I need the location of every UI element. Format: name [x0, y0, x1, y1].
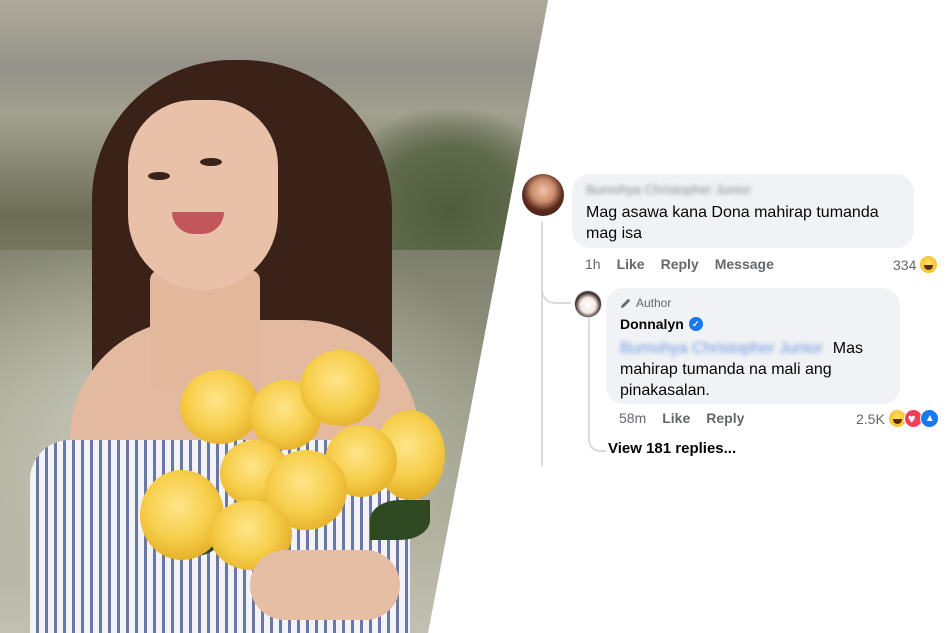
- commenter-avatar[interactable]: [522, 174, 564, 216]
- commenter-name[interactable]: Bumohya Christopher Junior: [586, 182, 900, 197]
- reply-author-name[interactable]: Donnalyn: [620, 316, 684, 332]
- reaction-count: 334: [893, 256, 917, 273]
- reply-button[interactable]: Reply: [706, 410, 744, 426]
- reaction-count: 2.5K: [856, 410, 885, 427]
- like-icon: [919, 409, 939, 428]
- reply-reactions[interactable]: 2.5K: [856, 409, 939, 428]
- comment-reactions[interactable]: 334: [893, 255, 939, 274]
- verified-icon: ✓: [688, 317, 703, 331]
- comment-bubble: Bumohya Christopher Junior Mag asawa kan…: [572, 174, 914, 248]
- message-button[interactable]: Message: [715, 256, 774, 272]
- reply-bubble: Author Donnalyn ✓ Bumohya Christopher Ju…: [606, 288, 900, 404]
- comment-text: Mag asawa kana Dona mahirap tumanda mag …: [586, 204, 879, 242]
- mention-link[interactable]: Bumohya Christopher Junior: [620, 340, 823, 357]
- haha-icon: [919, 255, 939, 274]
- comment-actions: 1h Like Reply Message: [585, 256, 790, 272]
- comment-time[interactable]: 1h: [585, 256, 601, 272]
- thread-line: [541, 222, 543, 466]
- reply-thread-line: [588, 316, 590, 438]
- like-button[interactable]: Like: [662, 410, 690, 426]
- author-avatar[interactable]: [574, 290, 602, 318]
- replies-connector: [588, 430, 606, 452]
- reply-text: Bumohya Christopher Junior Mas mahirap tu…: [620, 338, 886, 401]
- author-badge: Author: [620, 296, 886, 310]
- reply-time[interactable]: 58m: [619, 410, 646, 426]
- like-button[interactable]: Like: [617, 256, 645, 272]
- reply-author[interactable]: Donnalyn ✓: [620, 316, 886, 332]
- reply-button[interactable]: Reply: [661, 256, 699, 272]
- reply-actions: 58m Like Reply: [619, 410, 760, 426]
- author-badge-label: Author: [636, 296, 672, 310]
- comment-thread: Bumohya Christopher Junior Mag asawa kan…: [0, 0, 950, 633]
- reply-connector: [541, 280, 571, 304]
- pencil-icon: [621, 298, 631, 308]
- view-replies-link[interactable]: View 181 replies...: [608, 440, 736, 457]
